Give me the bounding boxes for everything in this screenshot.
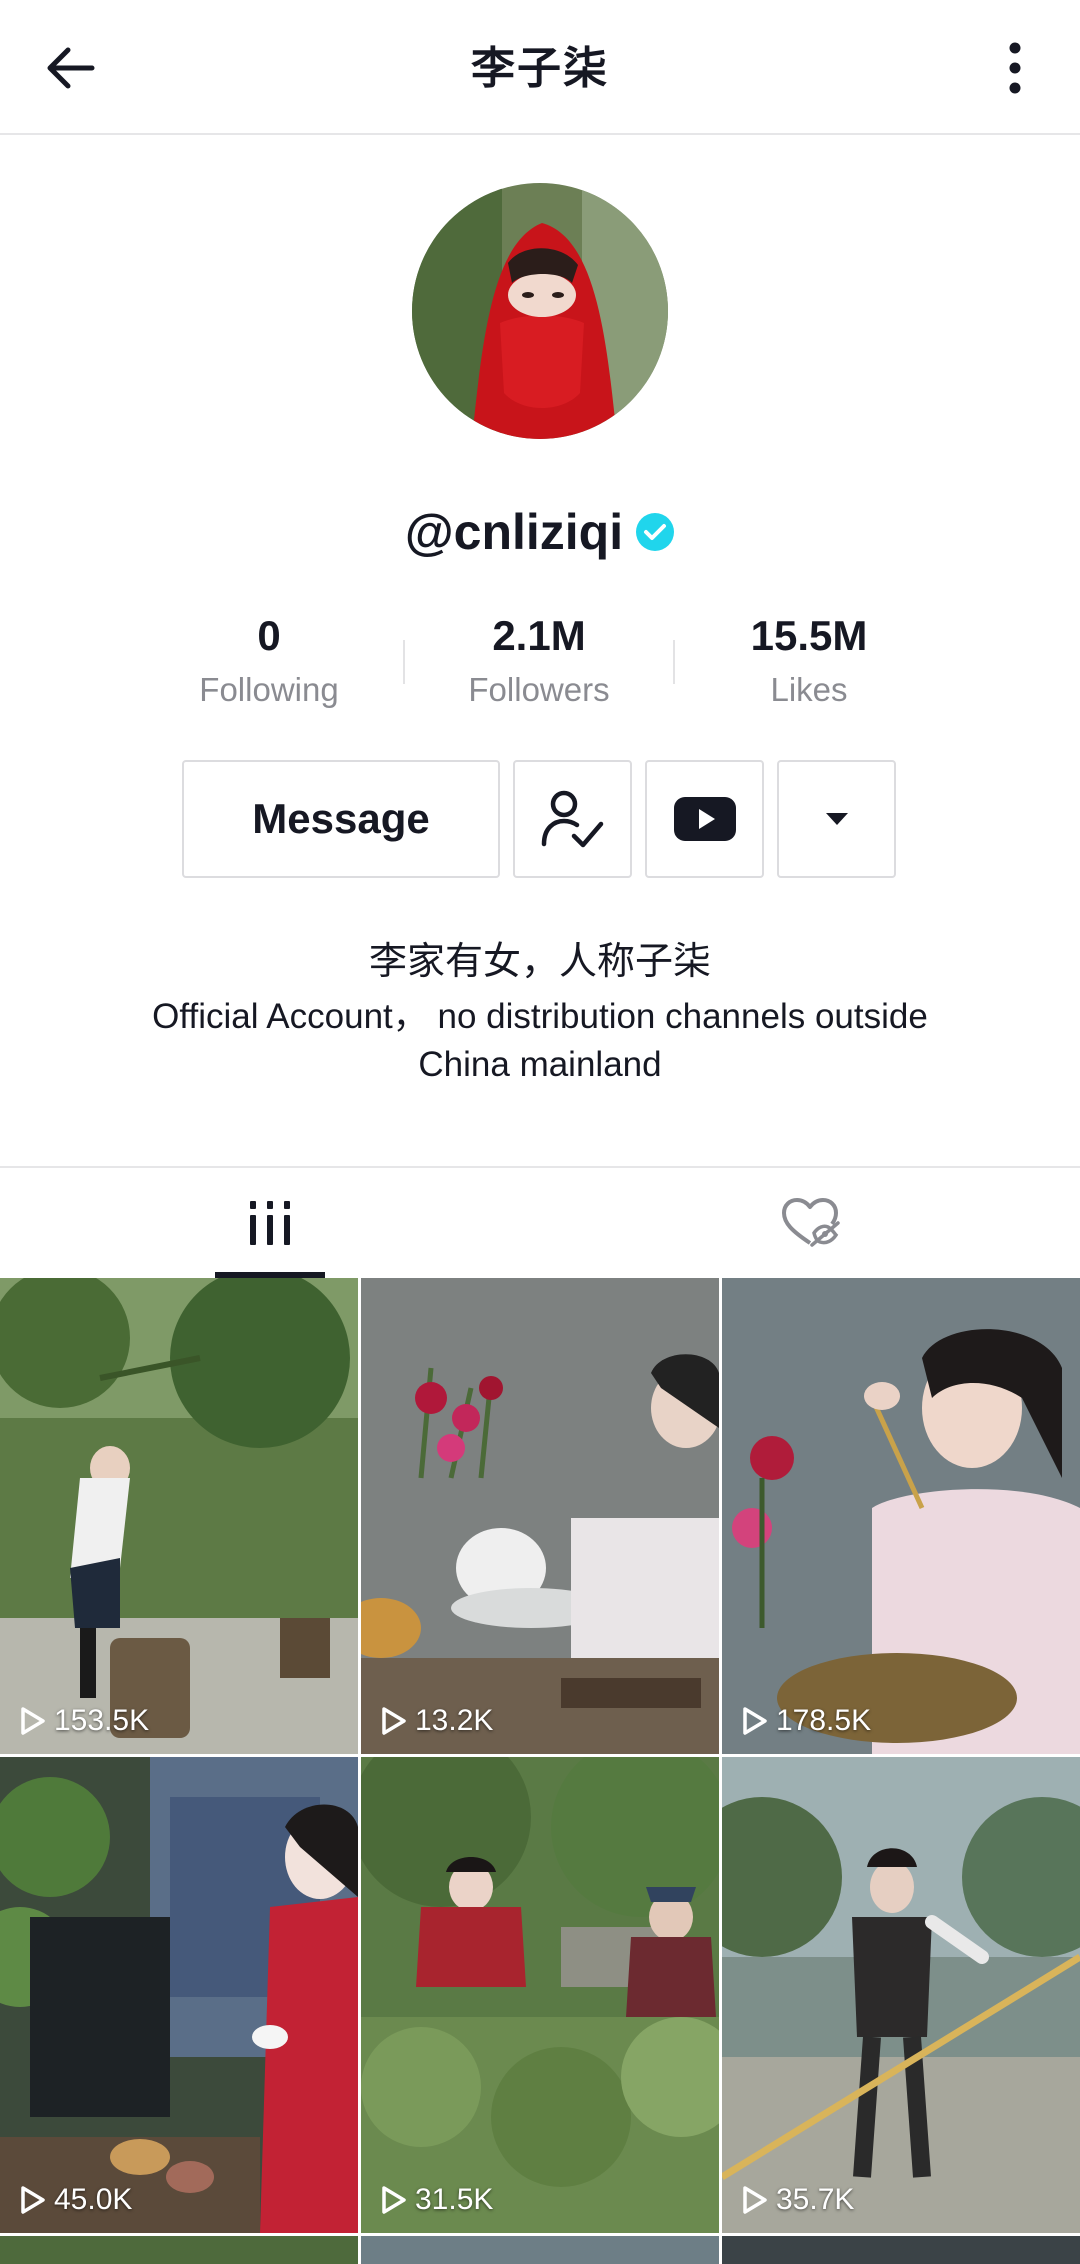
view-count: 178.5K	[742, 1704, 871, 1738]
view-count: 35.7K	[742, 2183, 854, 2217]
message-button[interactable]: Message	[182, 760, 500, 878]
video-thumbnail-image	[0, 1757, 358, 2233]
verified-badge-icon	[636, 513, 675, 551]
stat-following[interactable]: 0 Following	[139, 610, 399, 712]
video-thumbnail[interactable]: 153.5K	[0, 1278, 358, 1754]
view-count-text: 45.0K	[54, 2183, 133, 2216]
video-thumbnail[interactable]: 45.0K	[0, 1757, 358, 2233]
person-check-icon	[541, 790, 603, 848]
tab-liked[interactable]	[540, 1168, 1080, 1278]
more-options-button[interactable]	[980, 28, 1050, 108]
username-row: @cnliziqi	[0, 503, 1080, 561]
play-icon	[21, 2186, 45, 2214]
view-count-text: 153.5K	[54, 1704, 150, 1737]
view-count: 45.0K	[20, 2183, 132, 2217]
stat-divider	[673, 640, 675, 684]
view-count: 153.5K	[20, 1704, 149, 1738]
view-count: 13.2K	[381, 1704, 493, 1738]
avatar[interactable]	[412, 183, 668, 439]
view-count-text: 178.5K	[776, 1704, 872, 1737]
top-bar: 李子柒	[0, 0, 1080, 135]
view-count-text: 13.2K	[415, 1704, 494, 1737]
hidden-heart-icon	[782, 1198, 840, 1247]
view-count-text: 35.7K	[776, 2183, 855, 2216]
tab-videos[interactable]	[0, 1168, 540, 1278]
stat-divider	[403, 640, 405, 684]
video-thumbnail[interactable]	[361, 2236, 719, 2264]
view-count-text: 31.5K	[415, 2183, 494, 2216]
likes-label: Likes	[770, 671, 848, 708]
profile-stats: 0 Following 2.1M Followers 15.5M Likes	[0, 610, 1080, 720]
video-thumbnail-image	[0, 1278, 358, 1754]
video-thumbnail[interactable]: 35.7K	[722, 1757, 1080, 2233]
bio-line-chinese: 李家有女，人称子柒	[368, 939, 711, 983]
youtube-link-button[interactable]	[645, 760, 764, 878]
play-icon	[21, 1707, 45, 1735]
video-grid: 153.5K 13.2K 178.5K 45.0K 31.5K 35.7K	[0, 1278, 1080, 2264]
play-icon	[382, 2186, 406, 2214]
video-thumbnail-image	[722, 1278, 1080, 1754]
video-thumbnail-image	[722, 1757, 1080, 2233]
grid-bars-icon	[250, 1201, 290, 1245]
likes-count: 15.5M	[750, 612, 868, 659]
youtube-icon	[673, 797, 736, 841]
stat-followers[interactable]: 2.1M Followers	[409, 610, 669, 712]
following-label: Following	[199, 671, 339, 708]
play-icon	[743, 2186, 767, 2214]
content-tabs	[0, 1166, 1080, 1278]
play-icon	[382, 1707, 406, 1735]
view-count: 31.5K	[381, 2183, 493, 2217]
video-thumbnail[interactable]	[0, 2236, 358, 2264]
following-count: 0	[257, 612, 281, 659]
video-thumbnail-image	[361, 1278, 719, 1754]
stat-likes[interactable]: 15.5M Likes	[679, 610, 939, 712]
video-thumbnail[interactable]: 178.5K	[722, 1278, 1080, 1754]
page-title: 李子柒	[471, 43, 609, 94]
following-button[interactable]	[513, 760, 632, 878]
username: @cnliziqi	[404, 504, 624, 560]
bio-line-english: Official Account， no distribution channe…	[152, 997, 928, 1084]
play-icon	[743, 1707, 767, 1735]
caret-down-icon	[825, 813, 848, 825]
vertical-dots-icon	[1009, 42, 1021, 94]
video-thumbnail[interactable]	[722, 2236, 1080, 2264]
video-thumbnail-image	[361, 1757, 719, 2233]
video-thumbnail[interactable]: 13.2K	[361, 1278, 719, 1754]
more-dropdown-button[interactable]	[777, 760, 896, 878]
followers-label: Followers	[468, 671, 610, 708]
followers-count: 2.1M	[492, 612, 586, 659]
video-thumbnail[interactable]: 31.5K	[361, 1757, 719, 2233]
